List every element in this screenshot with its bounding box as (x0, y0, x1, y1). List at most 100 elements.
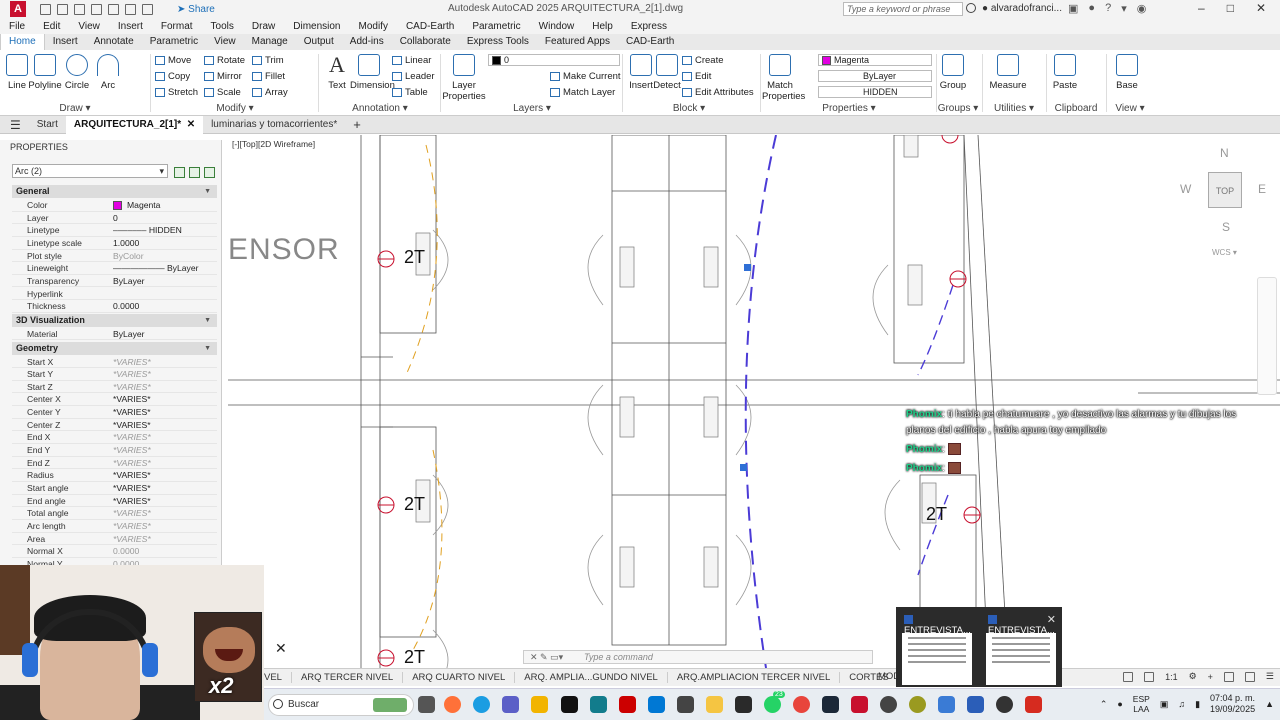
ribbon-tab[interactable]: Output (296, 34, 342, 50)
command-line-close-icon[interactable]: ✕ ✎ ▭▾ (530, 651, 563, 663)
detect-button[interactable]: Detect (650, 54, 684, 91)
menu-item[interactable]: Help (592, 21, 613, 32)
new-file-icon[interactable] (40, 3, 51, 15)
cart-icon[interactable]: ▣ (1068, 2, 1078, 15)
expand-icon[interactable]: ▾ (1121, 2, 1127, 15)
collapse-icon[interactable]: ▼ (204, 342, 211, 355)
print-icon[interactable] (108, 3, 119, 15)
property-row[interactable]: Linetype scale 1.0000 (12, 237, 217, 250)
property-section-header[interactable]: 3D Visualization ▼ (12, 313, 217, 327)
ribbon-tab[interactable]: Manage (244, 34, 296, 50)
taskbar-search[interactable]: Buscar (268, 694, 414, 716)
netflix-icon[interactable] (619, 696, 636, 713)
viewcube-east[interactable]: E (1258, 182, 1266, 196)
edge-icon[interactable] (473, 696, 490, 713)
menu-item[interactable]: View (78, 21, 100, 32)
language-indicator[interactable]: ESP LAA (1133, 694, 1150, 714)
property-row[interactable]: Start Z *VARIES* (12, 381, 217, 394)
store-icon[interactable] (590, 696, 607, 713)
close-icon[interactable]: ✕ (1047, 613, 1056, 626)
block-panel-title[interactable]: Block ▾ (624, 103, 754, 114)
layout-tab[interactable]: ARQ. AMPLIA...GUNDO NIVEL (515, 672, 668, 683)
toggle-pickadd-icon[interactable] (174, 167, 185, 178)
select-objects-icon[interactable] (189, 167, 200, 178)
settings-icon[interactable] (677, 696, 694, 713)
ribbon-tab[interactable]: Collaborate (392, 34, 459, 50)
rotate-button[interactable]: Rotate (204, 55, 245, 66)
groups-panel-title[interactable]: Groups ▾ (936, 103, 980, 114)
people-icon[interactable]: ● (1088, 2, 1095, 15)
menu-item[interactable]: Modify (359, 21, 388, 32)
menu-item[interactable]: CAD-Earth (406, 21, 454, 32)
property-row[interactable]: Hyperlink (12, 288, 217, 301)
property-row[interactable]: Arc length *VARIES* (12, 520, 217, 533)
save-icon[interactable] (74, 3, 85, 15)
property-row[interactable]: Transparency ByLayer (12, 275, 217, 288)
text-button[interactable]: A Text (320, 54, 354, 92)
undo-icon[interactable] (125, 3, 136, 15)
group-button[interactable]: Group (936, 54, 970, 91)
annotation-scale-icon[interactable] (1123, 671, 1134, 682)
menu-item[interactable]: Express (631, 21, 667, 32)
ribbon-tab[interactable]: CAD-Earth (618, 34, 682, 50)
help-search-input[interactable]: Type a keyword or phrase (843, 2, 963, 16)
property-row[interactable]: Linetype ––––––– HIDDEN (12, 224, 217, 237)
collapse-icon[interactable]: ▼ (204, 185, 211, 198)
property-row[interactable]: Start Y *VARIES* (12, 368, 217, 381)
microphone-icon[interactable]: ● (1117, 699, 1122, 709)
battery-icon[interactable]: ▮ (1195, 699, 1200, 710)
clock[interactable]: 07:04 p. m. 19/09/2025 (1210, 693, 1255, 715)
copy-button[interactable]: Copy (155, 71, 190, 82)
layer-properties-button[interactable]: Layer Properties (442, 54, 486, 102)
layers-panel-title[interactable]: Layers ▾ (442, 103, 622, 114)
photos-icon[interactable] (938, 696, 955, 713)
property-row[interactable]: Total angle *VARIES* (12, 507, 217, 520)
property-row[interactable]: Layer 0 (12, 212, 217, 225)
layer-dropdown[interactable]: 0 (488, 54, 620, 66)
user-account[interactable]: ● alvaradofranci... (982, 3, 1062, 14)
move-button[interactable]: Move (155, 55, 191, 66)
obs-icon[interactable] (880, 696, 897, 713)
customize-icon[interactable]: ☰ (1266, 671, 1274, 682)
ribbon-tab[interactable]: Insert (45, 34, 86, 50)
close-tab-icon[interactable]: ✕ (187, 119, 195, 130)
property-row[interactable]: Thickness 0.0000 (12, 300, 217, 313)
menu-item[interactable]: Tools (211, 21, 234, 32)
chevron-up-icon[interactable]: ⌃ (1100, 699, 1108, 710)
maximize-icon[interactable]: □ (1227, 1, 1234, 15)
property-row[interactable]: Color Magenta (12, 199, 217, 212)
viewcube[interactable]: N W E S TOP (1176, 144, 1276, 264)
layout-tab[interactable]: ARQ CUARTO NIVEL (403, 672, 516, 683)
stretch-button[interactable]: Stretch (155, 87, 198, 98)
property-section-header[interactable]: General ▼ (12, 185, 217, 198)
teams-icon[interactable] (502, 696, 519, 713)
search-icon[interactable] (966, 3, 976, 13)
match-properties-button[interactable]: Match Properties (762, 54, 805, 102)
ribbon-tab[interactable]: Add-ins (342, 34, 392, 50)
make-current-button[interactable]: Make Current (550, 71, 621, 82)
command-line-input[interactable]: ✕ ✎ ▭▾ Type a command (523, 650, 873, 664)
collapse-icon[interactable]: ▼ (204, 314, 211, 327)
menu-item[interactable]: Parametric (472, 21, 520, 32)
grip-handle[interactable] (740, 464, 747, 471)
property-row[interactable]: Center X *VARIES* (12, 393, 217, 407)
annotation-panel-title[interactable]: Annotation ▾ (320, 103, 440, 114)
ribbon-tab[interactable]: Express Tools (459, 34, 537, 50)
selected-arc[interactable] (744, 135, 777, 668)
property-row[interactable]: Start X *VARIES* (12, 356, 217, 369)
linetype-dropdown[interactable]: HIDDEN (818, 86, 932, 98)
word-icon[interactable] (967, 696, 984, 713)
property-row[interactable]: Material ByLayer (12, 328, 217, 341)
app-icon[interactable] (909, 696, 926, 713)
viewcube-west[interactable]: W (1180, 182, 1191, 196)
draw-panel-title[interactable]: Draw ▾ (0, 103, 150, 114)
task-view-icon[interactable] (418, 696, 435, 713)
layout-tab[interactable]: ARQ.AMPLIACION TERCER NIVEL (668, 672, 841, 683)
property-row[interactable]: End Y *VARIES* (12, 444, 217, 457)
measure-button[interactable]: Measure (988, 54, 1028, 91)
property-row[interactable]: End Z *VARIES* (12, 457, 217, 470)
fullscreen-icon[interactable] (1244, 671, 1255, 682)
leader-button[interactable]: Leader (392, 71, 435, 82)
lineweight-dropdown[interactable]: ByLayer (818, 70, 932, 82)
save-as-icon[interactable] (91, 3, 102, 15)
